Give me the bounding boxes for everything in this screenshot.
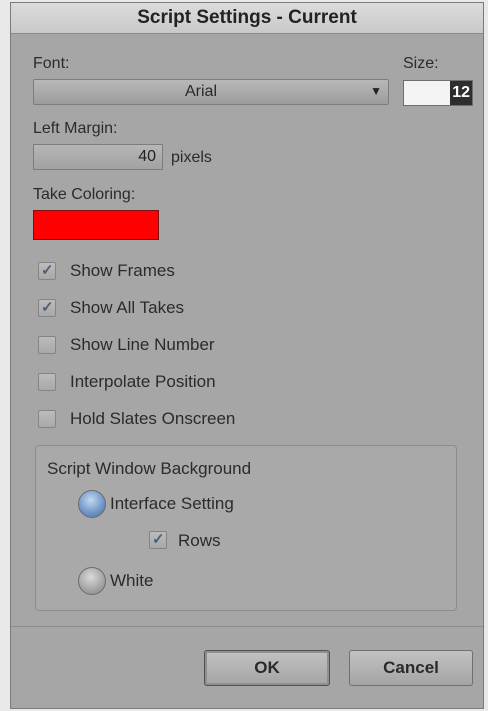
checkbox-box[interactable]: ✓ <box>38 299 56 317</box>
script-settings-dialog: Script Settings - Current Font: Arial ▼ … <box>10 2 484 709</box>
font-label: Font: <box>33 55 70 72</box>
left-margin-unit: pixels <box>171 149 212 166</box>
chevron-down-icon: ▼ <box>370 84 382 98</box>
cancel-button[interactable]: Cancel <box>349 650 473 686</box>
left-margin-input[interactable]: 40 <box>33 144 163 170</box>
rows-label: Rows <box>178 531 221 550</box>
left-margin-label: Left Margin: <box>33 120 118 137</box>
white-radio[interactable] <box>78 567 106 595</box>
checkmark-icon: ✓ <box>41 262 54 279</box>
interface-setting-label: Interface Setting <box>110 494 234 513</box>
checkbox-box[interactable]: ✓ <box>38 262 56 280</box>
checkbox-box[interactable] <box>38 336 56 354</box>
script-window-background-group: Script Window Background Interface Setti… <box>35 445 457 611</box>
checkbox-box[interactable] <box>38 373 56 391</box>
size-label: Size: <box>403 55 439 72</box>
rows-checkbox[interactable]: ✓ <box>149 531 167 549</box>
left-margin-value: 40 <box>138 148 156 165</box>
group-title: Script Window Background <box>47 459 252 478</box>
size-input[interactable]: 12 <box>403 80 473 106</box>
checkbox-label: Show Frames <box>70 261 175 280</box>
take-coloring-label: Take Coloring: <box>33 186 136 203</box>
checkbox-label: Interpolate Position <box>70 372 216 391</box>
checkbox-label: Show Line Number <box>70 335 215 354</box>
checkbox-box[interactable] <box>38 410 56 428</box>
ok-button[interactable]: OK <box>204 650 330 686</box>
size-value: 12 <box>450 81 472 105</box>
interface-setting-radio[interactable] <box>78 490 106 518</box>
font-value: Arial <box>184 83 217 100</box>
take-coloring-swatch[interactable] <box>33 210 159 240</box>
font-dropdown[interactable]: Arial ▼ <box>33 79 389 105</box>
checkmark-icon: ✓ <box>152 531 165 548</box>
footer-divider <box>11 626 483 627</box>
white-label: White <box>110 571 154 590</box>
dialog-title: Script Settings - Current <box>11 3 483 34</box>
checkbox-label: Show All Takes <box>70 298 185 317</box>
checkmark-icon: ✓ <box>41 299 54 316</box>
checkbox-label: Hold Slates Onscreen <box>70 409 236 428</box>
